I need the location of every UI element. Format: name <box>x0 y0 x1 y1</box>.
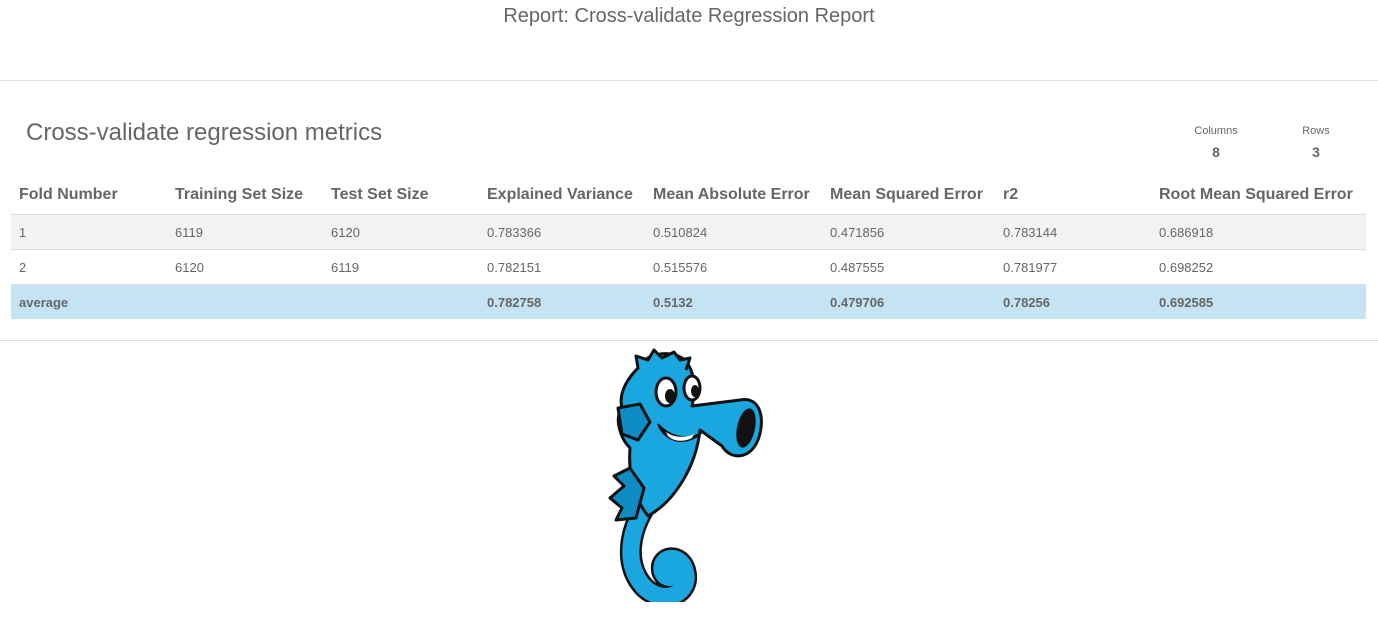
table-cell: 0.782151 <box>479 249 645 285</box>
column-header[interactable]: r2 <box>995 176 1151 215</box>
column-header[interactable]: Mean Squared Error <box>822 176 995 215</box>
columns-stat-label: Columns <box>1194 125 1238 137</box>
table-cell: 0.692585 <box>1151 284 1366 319</box>
column-header[interactable]: Training Set Size <box>167 176 323 215</box>
bottom-divider <box>0 340 1378 341</box>
columns-stat: Columns 8 <box>1176 124 1256 160</box>
table-cell: 0.781977 <box>995 249 1151 285</box>
top-divider <box>0 80 1378 81</box>
rows-stat-value: 3 <box>1312 144 1320 160</box>
table-row: 1 6119 6120 0.783366 0.510824 0.471856 0… <box>11 214 1366 250</box>
table-cell: 0.471856 <box>822 214 995 250</box>
column-header[interactable]: Root Mean Squared Error <box>1151 176 1366 215</box>
table-cell: 0.487555 <box>822 249 995 285</box>
rows-stat-label: Rows <box>1302 125 1330 137</box>
rows-stat: Rows 3 <box>1276 124 1356 160</box>
table-cell: 0.510824 <box>645 214 822 250</box>
table-cell: 6120 <box>323 214 479 250</box>
table-cell: 0.5132 <box>645 284 822 319</box>
table-cell: 0.782758 <box>479 284 645 319</box>
section-title: Cross-validate regression metrics <box>26 119 383 146</box>
table-cell: 0.515576 <box>645 249 822 285</box>
report-title: Report: Cross-validate Regression Report <box>503 5 875 27</box>
table-cell: 0.78256 <box>995 284 1151 319</box>
table-row: 2 6120 6119 0.782151 0.515576 0.487555 0… <box>11 249 1366 285</box>
table-cell: 0.698252 <box>1151 249 1366 285</box>
table-cell: 0.686918 <box>1151 214 1366 250</box>
table-cell: 0.479706 <box>822 284 995 319</box>
column-header[interactable]: Mean Absolute Error <box>645 176 822 215</box>
table-cell: average <box>11 284 167 319</box>
column-header[interactable]: Fold Number <box>11 176 167 215</box>
table-cell: 6120 <box>167 249 323 285</box>
table-cell: 6119 <box>323 249 479 285</box>
metrics-table: Fold Number Training Set Size Test Set S… <box>11 176 1366 319</box>
average-row: average 0.782758 0.5132 0.479706 0.78256… <box>11 284 1366 319</box>
table-cell <box>167 284 323 319</box>
table-cell: 6119 <box>167 214 323 250</box>
table-cell: 0.783144 <box>995 214 1151 250</box>
table-cell: 1 <box>11 214 167 250</box>
seahorse-mascot-icon <box>608 348 763 602</box>
column-header[interactable]: Test Set Size <box>323 176 479 215</box>
column-header[interactable]: Explained Variance <box>479 176 645 215</box>
table-cell: 0.783366 <box>479 214 645 250</box>
columns-stat-value: 8 <box>1212 144 1220 160</box>
table-cell <box>323 284 479 319</box>
table-header-row: Fold Number Training Set Size Test Set S… <box>11 176 1366 215</box>
table-cell: 2 <box>11 249 167 285</box>
